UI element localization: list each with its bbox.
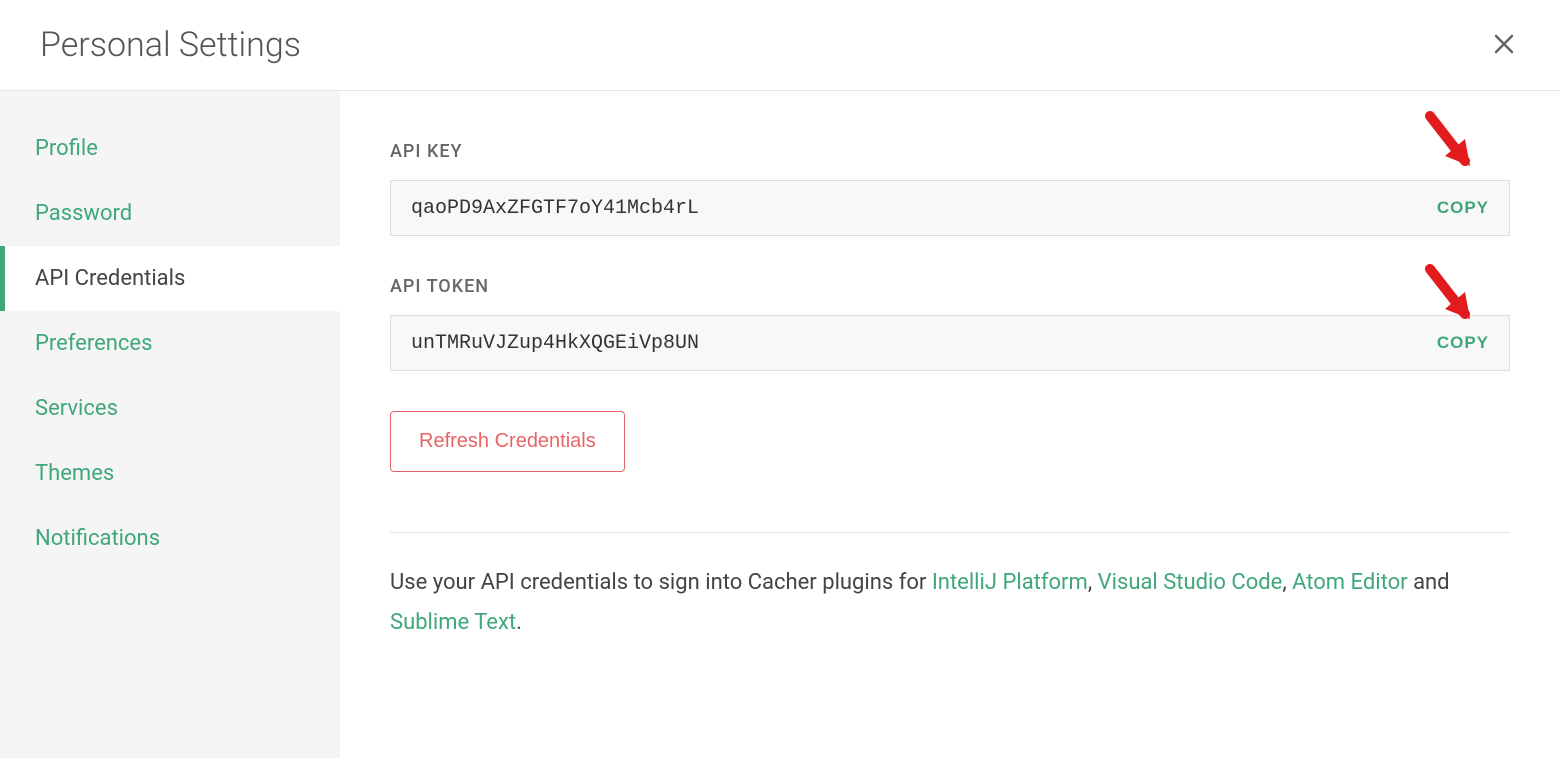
api-key-value: qaoPD9AxZFGTF7oY41Mcb4rL [411, 197, 699, 220]
sidebar-item-services[interactable]: Services [0, 376, 340, 441]
help-sep1: , [1088, 570, 1098, 595]
link-atom[interactable]: Atom Editor [1292, 570, 1408, 595]
divider [390, 532, 1510, 533]
api-token-copy-button[interactable]: COPY [1437, 333, 1489, 353]
sidebar-item-api-credentials[interactable]: API Credentials [0, 246, 340, 311]
link-sublime[interactable]: Sublime Text [390, 610, 516, 635]
sidebar-item-password[interactable]: Password [0, 181, 340, 246]
api-token-value: unTMRuVJZup4HkXQGEiVp8UN [411, 332, 699, 355]
sidebar-item-profile[interactable]: Profile [0, 116, 340, 181]
refresh-credentials-button[interactable]: Refresh Credentials [390, 411, 625, 472]
main-content: API KEY qaoPD9AxZFGTF7oY41Mcb4rL COPY AP… [340, 91, 1560, 758]
api-token-group: API TOKEN unTMRuVJZup4HkXQGEiVp8UN COPY [390, 276, 1510, 371]
sidebar: Profile Password API Credentials Prefere… [0, 91, 340, 758]
api-key-group: API KEY qaoPD9AxZFGTF7oY41Mcb4rL COPY [390, 141, 1510, 236]
api-key-box: qaoPD9AxZFGTF7oY41Mcb4rL COPY [390, 180, 1510, 236]
page-title: Personal Settings [40, 25, 301, 65]
api-key-copy-button[interactable]: COPY [1437, 198, 1489, 218]
help-prefix: Use your API credentials to sign into Ca… [390, 570, 932, 595]
sidebar-item-notifications[interactable]: Notifications [0, 506, 340, 571]
api-token-label: API TOKEN [390, 276, 1510, 297]
sidebar-item-preferences[interactable]: Preferences [0, 311, 340, 376]
link-vscode[interactable]: Visual Studio Code [1098, 570, 1283, 595]
close-icon [1492, 27, 1516, 63]
help-sep2: , [1282, 570, 1292, 595]
help-suffix: . [516, 610, 522, 635]
help-text: Use your API credentials to sign into Ca… [390, 563, 1510, 642]
header: Personal Settings [0, 0, 1560, 91]
close-button[interactable] [1488, 25, 1520, 65]
help-sep3: and [1408, 570, 1450, 595]
sidebar-item-themes[interactable]: Themes [0, 441, 340, 506]
link-intellij[interactable]: IntelliJ Platform [932, 570, 1088, 595]
api-token-box: unTMRuVJZup4HkXQGEiVp8UN COPY [390, 315, 1510, 371]
api-key-label: API KEY [390, 141, 1510, 162]
